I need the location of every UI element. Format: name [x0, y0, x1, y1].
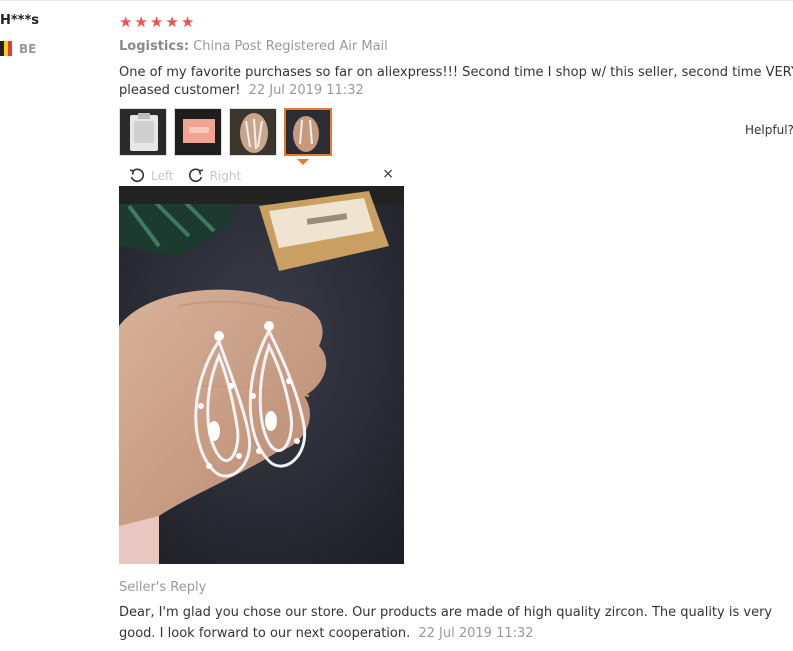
close-icon[interactable]: × [382, 166, 394, 182]
active-thumb-pointer [297, 159, 309, 165]
rotate-left-label: Left [151, 169, 174, 183]
rotate-right-button[interactable]: Right [188, 168, 242, 184]
logistics-label: Logistics: [119, 39, 190, 54]
rotate-left-button[interactable]: Left [129, 168, 174, 184]
helpful-button[interactable]: Helpful? [745, 123, 793, 137]
star-rating: ★ ★ ★ ★ ★ [119, 14, 194, 30]
photo-thumb-1[interactable] [119, 108, 167, 156]
photo-thumb-4[interactable] [284, 108, 332, 156]
rotate-left-icon [129, 168, 145, 183]
image-viewer-toolbar: Left Right × [119, 166, 404, 186]
top-divider [0, 0, 793, 1]
star-icon: ★ [134, 13, 148, 31]
star-icon: ★ [180, 13, 195, 31]
belgium-flag-icon [0, 41, 13, 56]
country-code: BE [19, 41, 37, 56]
star-icon: ★ [119, 13, 133, 31]
reviewer-name: H***s [0, 13, 40, 28]
review-text: One of my favorite purchases so far on a… [119, 65, 793, 98]
seller-reply-date: 22 Jul 2019 11:32 [418, 626, 534, 641]
seller-reply-body: Dear, I'm glad you chose our store. Our … [119, 602, 793, 644]
review-photo-large [119, 186, 404, 564]
star-icon: ★ [149, 13, 164, 31]
star-icon: ★ [165, 13, 179, 31]
rotate-right-label: Right [209, 169, 242, 183]
logistics-value: China Post Registered Air Mail [193, 39, 388, 54]
photo-thumbnails [119, 108, 339, 156]
photo-thumb-3[interactable] [229, 108, 277, 156]
review-body: One of my favorite purchases so far on a… [119, 64, 793, 100]
review-date: 22 Jul 2019 11:32 [248, 83, 364, 98]
reviewer-country: BE [0, 41, 36, 56]
photo-thumb-2[interactable] [174, 108, 222, 156]
rotate-right-icon [188, 168, 203, 183]
logistics-info: Logistics: China Post Registered Air Mai… [119, 39, 388, 54]
seller-reply-title: Seller's Reply [119, 580, 207, 595]
